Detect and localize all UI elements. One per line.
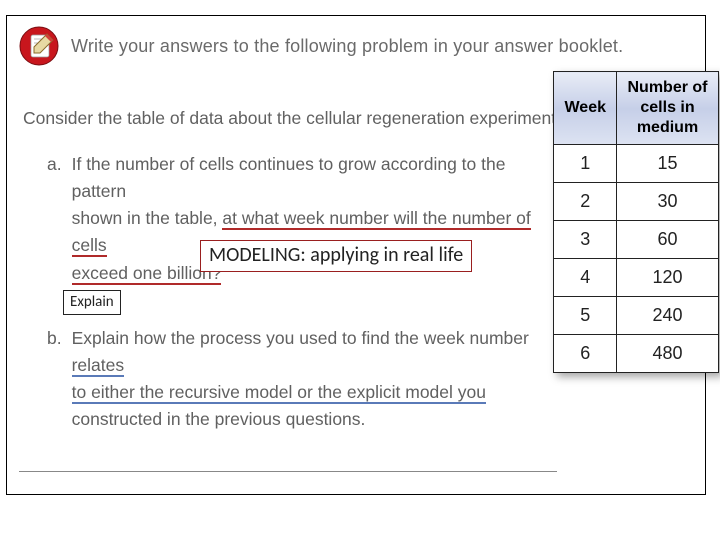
cell-cells: 60: [617, 221, 719, 259]
cell-cells: 480: [617, 335, 719, 373]
cell-week: 1: [554, 145, 617, 183]
cell-cells: 240: [617, 297, 719, 335]
table-row: 5 240: [554, 297, 719, 335]
qb-line1b-underlined: relates: [72, 355, 125, 377]
table-header-row: Week Number of cells in medium: [554, 72, 719, 145]
cell-week: 3: [554, 221, 617, 259]
cell-cells: 30: [617, 183, 719, 221]
modeling-annotation: MODELING: applying in real life: [200, 240, 472, 272]
instruction-text: Write your answers to the following prob…: [71, 36, 623, 57]
bottom-rule: [19, 471, 557, 472]
data-table: Week Number of cells in medium 1 15 2 30…: [553, 71, 719, 373]
table-row: 3 60: [554, 221, 719, 259]
qb-line2-underlined: to either the recursive model or the exp…: [72, 382, 486, 404]
header-row: Write your answers to the following prob…: [7, 16, 705, 72]
cell-week: 6: [554, 335, 617, 373]
question-b-text: Explain how the process you used to find…: [72, 325, 552, 434]
qa-line2a: shown in the table,: [72, 208, 223, 228]
table-row: 4 120: [554, 259, 719, 297]
cell-week: 5: [554, 297, 617, 335]
header-week: Week: [554, 72, 617, 145]
table-row: 1 15: [554, 145, 719, 183]
cell-week: 4: [554, 259, 617, 297]
cell-cells: 15: [617, 145, 719, 183]
table-row: 2 30: [554, 183, 719, 221]
header-cells: Number of cells in medium: [617, 72, 719, 145]
qa-line1: If the number of cells continues to grow…: [72, 154, 506, 201]
explain-annotation: Explain: [63, 290, 121, 315]
qa-line3-underlined: exceed one billion?: [72, 263, 222, 285]
write-answer-icon: [17, 24, 61, 68]
qb-line1a: Explain how the process you used to find…: [72, 328, 529, 348]
problem-frame: Write your answers to the following prob…: [6, 15, 706, 495]
cell-cells: 120: [617, 259, 719, 297]
question-b-label: b.: [47, 325, 62, 434]
cell-week: 2: [554, 183, 617, 221]
qb-line3: constructed in the previous questions.: [72, 409, 366, 429]
table-row: 6 480: [554, 335, 719, 373]
question-a-label: a.: [47, 151, 62, 287]
